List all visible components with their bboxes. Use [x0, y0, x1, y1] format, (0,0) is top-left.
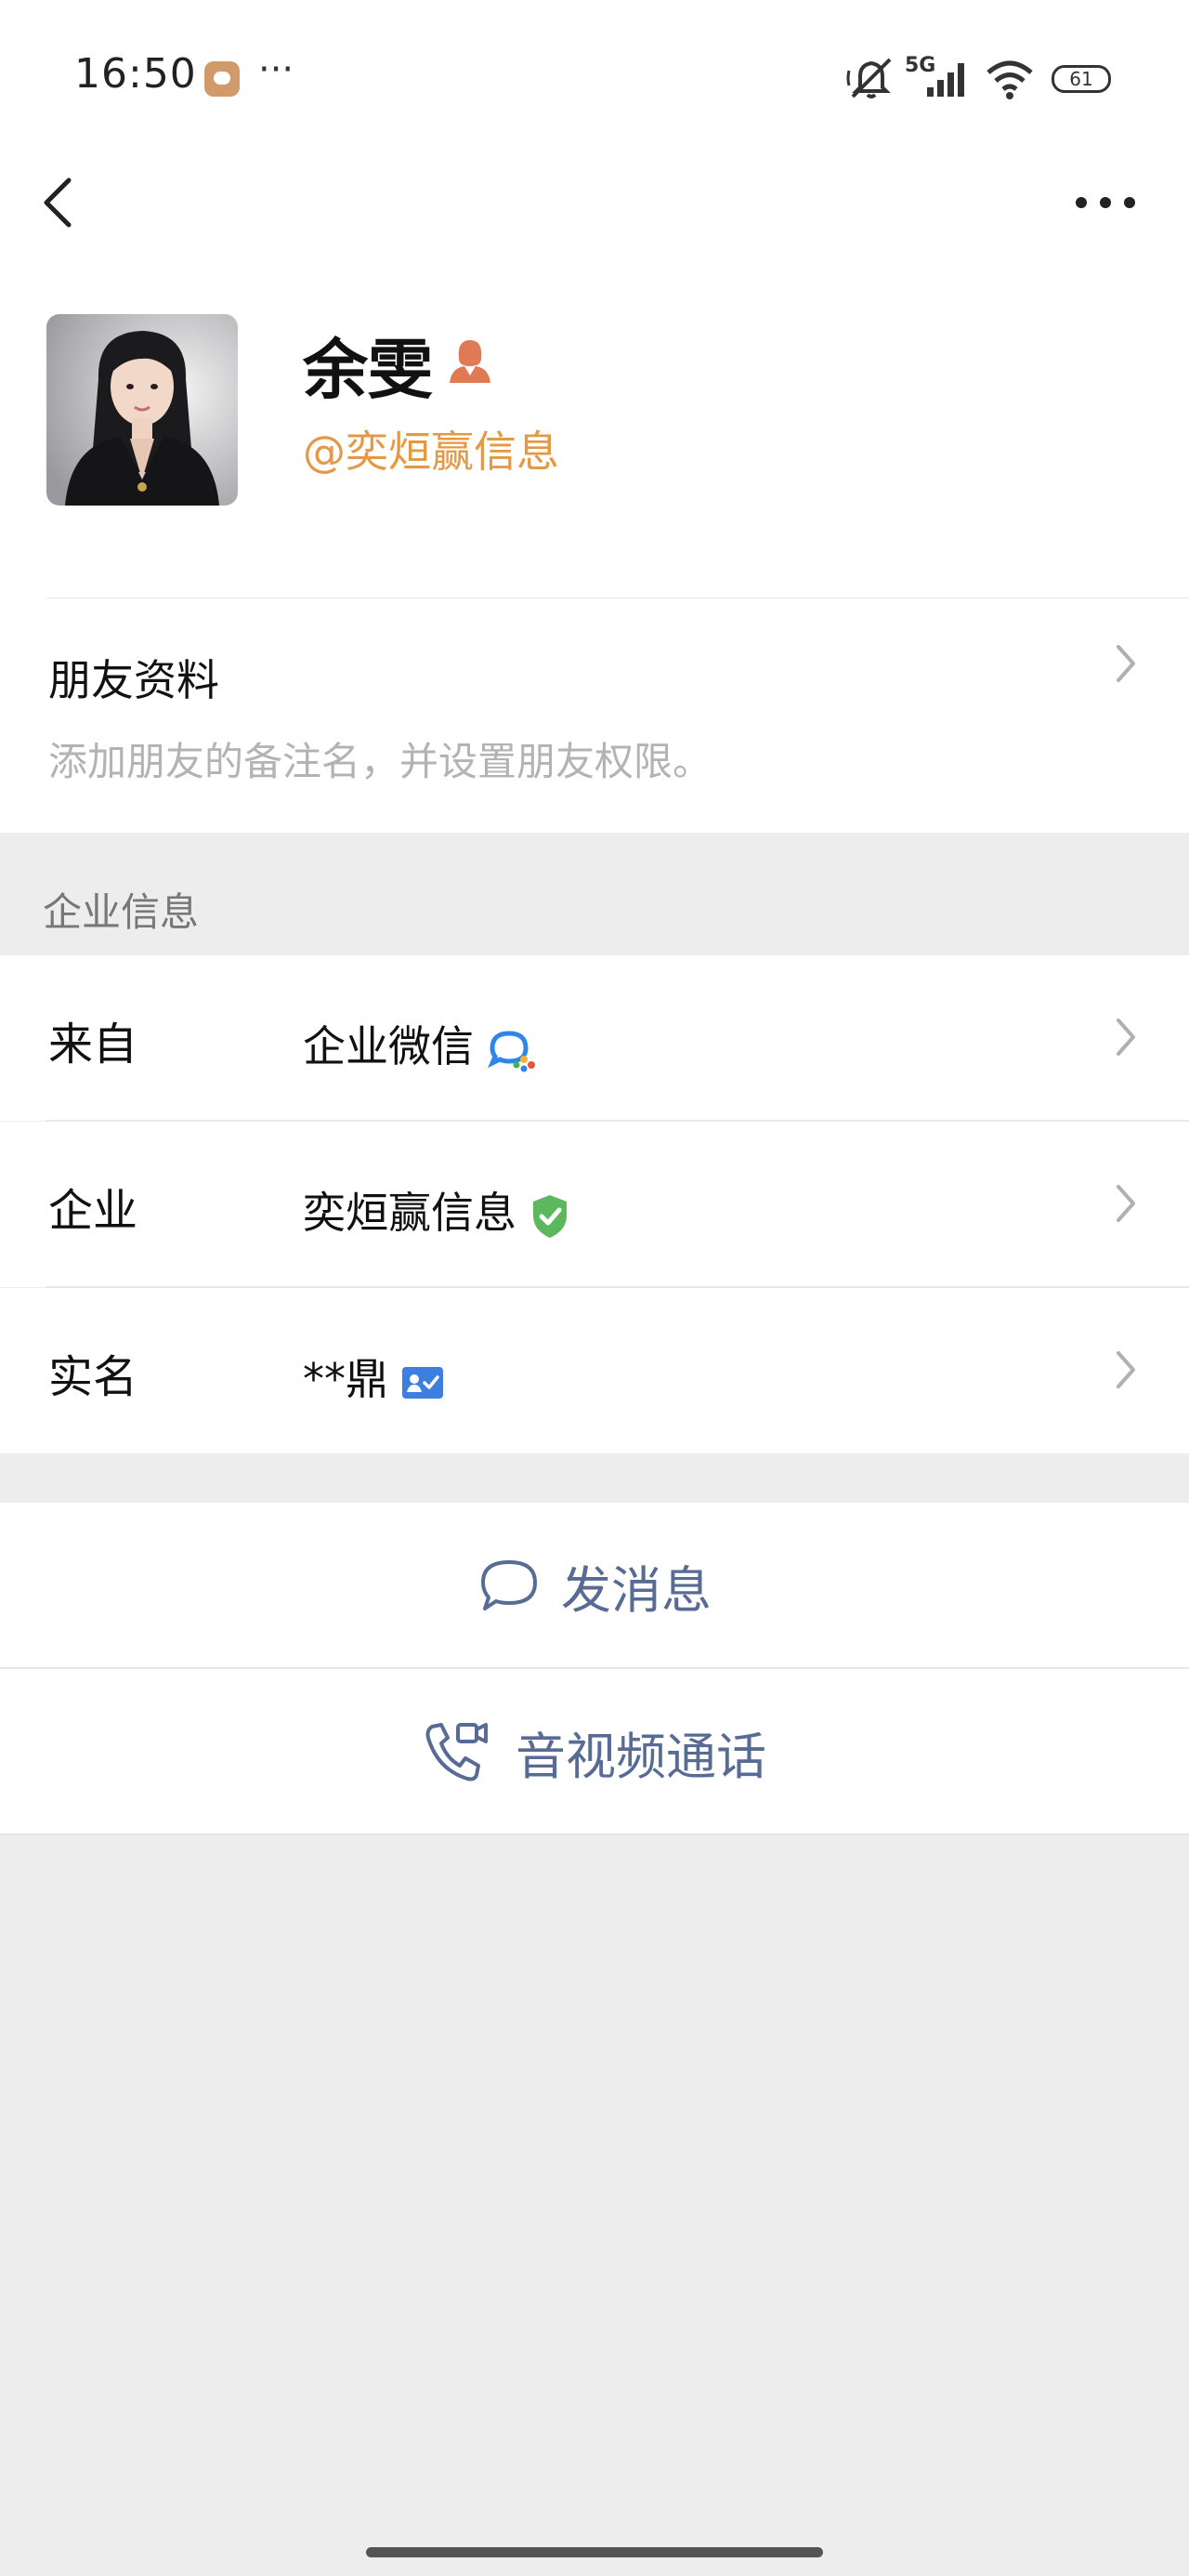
mute-icon — [846, 58, 892, 99]
friend-info-subtitle: 添加朋友的备注名，并设置朋友权限。 — [48, 739, 712, 784]
chat-bubble-icon — [481, 1560, 537, 1610]
source-value: 企业微信 — [303, 1021, 474, 1071]
chevron-right-icon — [1117, 1019, 1135, 1056]
row-label: 企业 — [48, 1185, 138, 1237]
status-time: 16:50 — [74, 50, 197, 98]
id-card-icon — [402, 1366, 443, 1399]
chevron-left-icon[interactable] — [33, 167, 89, 238]
real-name-value: **鼎 — [303, 1354, 388, 1404]
enterprise-section-header: 企业信息 — [43, 889, 200, 935]
enterprise-value: 奕烜赢信息 — [303, 1188, 516, 1238]
profile-name: 余雯 — [303, 332, 433, 408]
divider — [0, 1833, 1189, 1835]
friend-info-row[interactable]: 朋友资料 添加朋友的备注名，并设置朋友权限。 — [0, 598, 1189, 833]
chevron-right-icon — [1117, 1185, 1135, 1222]
chevron-right-icon — [1117, 645, 1135, 682]
message-notification-icon — [204, 61, 240, 97]
row-value: 企业微信 — [303, 1013, 537, 1074]
more-dots-icon[interactable] — [1068, 182, 1143, 223]
wecom-icon — [488, 1030, 535, 1071]
row-source[interactable]: 来自 企业微信 — [0, 955, 1189, 1121]
row-label: 实名 — [48, 1351, 138, 1403]
friend-info-title: 朋友资料 — [48, 655, 219, 705]
phone-video-icon — [425, 1723, 488, 1781]
more-notifications-indicator: ··· — [258, 48, 294, 91]
chevron-right-icon — [1117, 1351, 1135, 1388]
profile-header: 余雯 @奕烜赢信息 — [0, 260, 1189, 599]
signal-icon — [927, 63, 964, 97]
home-indicator[interactable] — [366, 2547, 823, 2557]
wifi-icon — [986, 60, 1033, 99]
av-call-button[interactable]: 音视频通话 — [0, 1669, 1189, 1834]
nav-bar — [0, 149, 1189, 260]
row-value: 奕烜赢信息 — [303, 1179, 570, 1241]
verified-shield-icon — [533, 1194, 567, 1238]
status-bar: 16:50 ··· 5G 61 — [0, 0, 1189, 149]
av-call-label: 音视频通话 — [516, 1727, 766, 1786]
person-badge-icon — [450, 340, 490, 383]
send-message-label: 发消息 — [561, 1560, 712, 1620]
battery-indicator: 61 — [1052, 65, 1111, 93]
company-tag[interactable]: @奕烜赢信息 — [303, 418, 559, 480]
row-enterprise[interactable]: 企业 奕烜赢信息 — [0, 1122, 1189, 1287]
row-label: 来自 — [48, 1019, 138, 1071]
row-real-name[interactable]: 实名 **鼎 — [0, 1288, 1189, 1453]
avatar[interactable] — [46, 314, 238, 506]
send-message-button[interactable]: 发消息 — [0, 1503, 1189, 1668]
row-value: **鼎 — [303, 1346, 444, 1407]
